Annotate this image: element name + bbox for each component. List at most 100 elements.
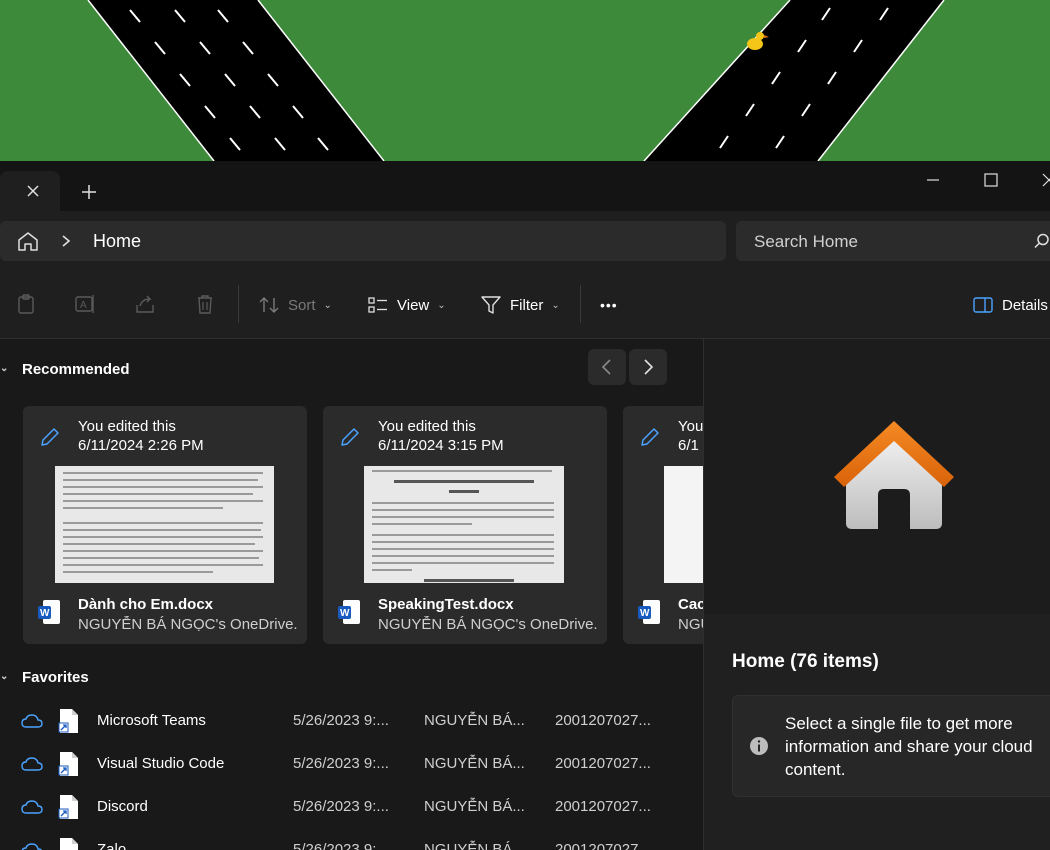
chevron-right-icon[interactable] <box>60 233 72 249</box>
sort-icon <box>259 297 279 313</box>
info-message: Select a single file to get more informa… <box>732 695 1050 797</box>
search-icon <box>1034 233 1049 249</box>
details-pane: Home (76 items) Select a single file to … <box>703 339 1050 850</box>
road-graphic <box>87 0 945 161</box>
more-options-button[interactable]: ••• <box>600 291 618 319</box>
address-row: Home Search Home <box>0 211 1050 271</box>
main-content: ⌄ Recommended You edited this 6/11/2024 … <box>0 339 703 850</box>
previous-button[interactable] <box>588 349 626 385</box>
preview-area <box>704 339 1050 614</box>
edit-status: You edited this <box>378 418 476 435</box>
recommended-card[interactable]: You edited this 6/11/2024 2:26 PM W Dành… <box>23 406 307 644</box>
pencil-icon <box>41 428 59 446</box>
close-tab-icon[interactable] <box>24 182 42 200</box>
svg-text:A: A <box>80 300 87 311</box>
close-window-icon[interactable] <box>1034 169 1050 191</box>
favorites-section-header[interactable]: ⌄ Favorites <box>0 669 200 689</box>
recommended-card[interactable]: You edited this 6/11/2024 3:15 PM W Spea… <box>323 406 607 644</box>
file-name: Cac <box>678 596 703 613</box>
info-icon <box>750 737 768 755</box>
document-thumbnail <box>55 466 274 583</box>
recommended-card[interactable]: You 6/1 W Cac NGU <box>623 406 703 644</box>
shortcut-file-icon <box>58 752 78 776</box>
filter-icon <box>481 296 501 314</box>
favorite-name: Visual Studio Code <box>97 755 225 772</box>
favorite-row[interactable]: Visual Studio Code 5/26/2023 9:... NGUYỄ… <box>0 743 703 786</box>
filter-label: Filter <box>510 296 544 314</box>
breadcrumb-home[interactable]: Home <box>93 231 141 252</box>
favorite-location: 2001207027... <box>555 798 651 815</box>
word-document-icon: W <box>38 600 60 624</box>
pencil-icon <box>641 428 659 446</box>
view-button[interactable]: View ⌄ <box>367 291 446 319</box>
details-title: Home (76 items) <box>732 651 879 672</box>
favorite-owner: NGUYỄN BÁ... <box>424 755 525 772</box>
chevron-down-icon: ⌄ <box>323 299 332 311</box>
sort-button[interactable]: Sort ⌄ <box>258 291 332 319</box>
favorite-modified: 5/26/2023 9:... <box>293 841 389 850</box>
chevron-left-icon <box>601 359 611 375</box>
new-tab-icon[interactable] <box>78 181 100 203</box>
favorite-owner: NGUYỄN BÁ... <box>424 712 525 729</box>
sort-label: Sort <box>288 296 316 314</box>
favorite-modified: 5/26/2023 9:... <box>293 712 389 729</box>
shortcut-file-icon <box>58 795 78 819</box>
command-bar: A Sort ⌄ View ⌄ Filter ⌄ ••• Details <box>0 271 1050 339</box>
chevron-down-icon: ⌄ <box>437 299 446 311</box>
next-button[interactable] <box>629 349 667 385</box>
recommended-section-header[interactable]: ⌄ Recommended <box>0 361 200 381</box>
background-road-scene <box>0 0 1050 161</box>
edit-date: 6/11/2024 2:26 PM <box>78 437 204 454</box>
share-icon[interactable] <box>134 293 156 315</box>
favorites-heading: Favorites <box>22 669 89 686</box>
cloud-icon <box>21 843 42 850</box>
home-folder-icon <box>834 421 954 529</box>
word-document-icon: W <box>638 600 660 624</box>
svg-text:W: W <box>340 608 350 619</box>
delete-icon[interactable] <box>194 293 216 315</box>
address-bar[interactable]: Home <box>0 221 726 261</box>
favorite-modified: 5/26/2023 9:... <box>293 755 389 772</box>
edit-date: 6/11/2024 3:15 PM <box>378 437 504 454</box>
paste-icon[interactable] <box>15 293 37 315</box>
home-icon[interactable] <box>16 230 40 252</box>
maximize-icon[interactable] <box>976 169 1006 191</box>
svg-text:W: W <box>40 608 50 619</box>
recommended-heading: Recommended <box>22 361 130 378</box>
more-options-icon: ••• <box>600 297 618 313</box>
minimize-icon[interactable] <box>918 169 948 191</box>
file-name: Dành cho Em.docx <box>78 596 214 613</box>
shortcut-file-icon <box>60 838 78 850</box>
toolbar-separator <box>238 285 239 323</box>
favorite-name: Zalo <box>97 841 127 850</box>
info-text: Select a single file to get more informa… <box>785 714 1033 779</box>
search-input[interactable]: Search Home <box>736 221 1050 261</box>
details-pane-button[interactable]: Details <box>972 291 1048 319</box>
svg-text:W: W <box>640 608 650 619</box>
favorite-owner: NGUYỄN BÁ... <box>424 841 525 850</box>
chevron-right-icon <box>644 359 654 375</box>
tab-home[interactable] <box>0 171 60 211</box>
favorite-row[interactable]: Microsoft Teams 5/26/2023 9:... NGUYỄN B… <box>0 700 703 743</box>
title-bar <box>0 161 1050 211</box>
pencil-icon <box>341 428 359 446</box>
cloud-icon <box>21 714 43 728</box>
favorite-row[interactable]: Zalo 5/26/2023 9:... NGUYỄN BÁ... 200120… <box>0 829 703 850</box>
favorite-row[interactable]: Discord 5/26/2023 9:... NGUYỄN BÁ... 200… <box>0 786 703 829</box>
rename-icon[interactable]: A <box>74 293 96 315</box>
chevron-down-icon: ⌄ <box>0 363 9 374</box>
filter-button[interactable]: Filter ⌄ <box>480 291 560 319</box>
file-location: NGUYỄN BÁ NGỌC's OneDrive... <box>378 616 598 633</box>
edit-status: You edited this <box>78 418 176 435</box>
file-location: NGUYỄN BÁ NGỌC's OneDrive... <box>78 616 298 633</box>
search-placeholder: Search Home <box>754 232 858 251</box>
edit-date: 6/1 <box>678 437 699 454</box>
cloud-icon <box>21 800 43 814</box>
file-name: SpeakingTest.docx <box>378 596 514 613</box>
chevron-down-icon: ⌄ <box>551 299 560 311</box>
favorite-location: 2001207027... <box>555 755 651 772</box>
details-pane-icon <box>973 297 993 313</box>
favorite-name: Microsoft Teams <box>97 712 206 729</box>
details-label: Details <box>1002 296 1048 314</box>
document-thumbnail <box>664 466 703 583</box>
